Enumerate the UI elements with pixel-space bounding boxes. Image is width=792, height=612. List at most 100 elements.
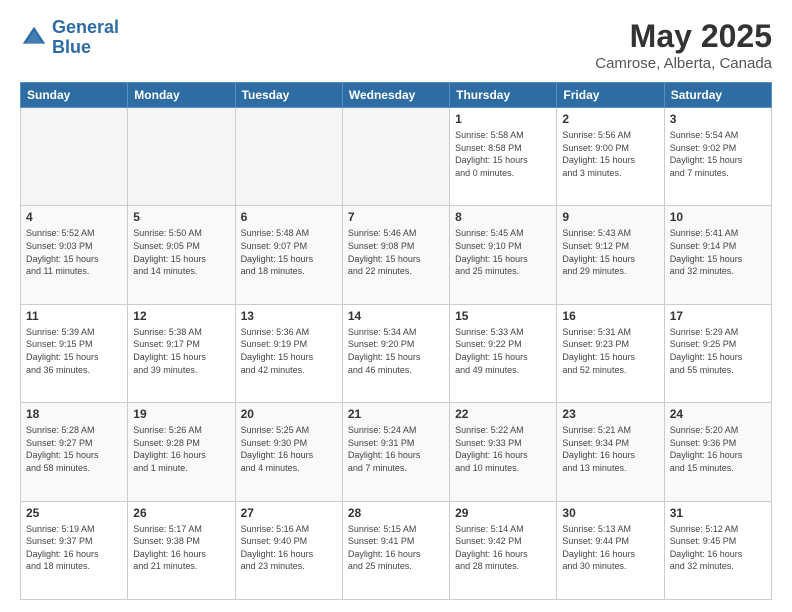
- calendar-day-cell: 19 Sunrise: 5:26 AM Sunset: 9:28 PM Dayli…: [128, 403, 235, 501]
- day-number: 17: [670, 309, 766, 323]
- calendar-week-row: 4Sunrise: 5:52 AM Sunset: 9:03 PM Daylig…: [21, 206, 772, 304]
- day-number: 28: [348, 506, 444, 520]
- calendar-day-cell: 16 Sunrise: 5:31 AM Sunset: 9:23 PM Dayli…: [557, 304, 664, 402]
- calendar-day-cell: 10 Sunrise: 5:41 AM Sunset: 9:14 PM Dayli…: [664, 206, 771, 304]
- day-number: 7: [348, 210, 444, 224]
- day-number: 21: [348, 407, 444, 421]
- calendar-week-row: 18 Sunrise: 5:28 AM Sunset: 9:27 PM Dayli…: [21, 403, 772, 501]
- day-info: Sunrise: 5:50 AM Sunset: 9:05 PM Dayligh…: [133, 227, 229, 277]
- title-block: May 2025 Camrose, Alberta, Canada: [595, 18, 772, 72]
- calendar-day-cell: 30Sunrise: 5:13 AM Sunset: 9:44 PM Dayli…: [557, 501, 664, 599]
- calendar-day-cell: 27Sunrise: 5:16 AM Sunset: 9:40 PM Dayli…: [235, 501, 342, 599]
- calendar-day-cell: 13Sunrise: 5:36 AM Sunset: 9:19 PM Dayli…: [235, 304, 342, 402]
- calendar-day-cell: 24Sunrise: 5:20 AM Sunset: 9:36 PM Dayli…: [664, 403, 771, 501]
- calendar-day-cell: 26 Sunrise: 5:17 AM Sunset: 9:38 PM Dayli…: [128, 501, 235, 599]
- calendar-week-row: 1 Sunrise: 5:58 AM Sunset: 8:58 PM Daylig…: [21, 108, 772, 206]
- day-info: Sunrise: 5:38 AM Sunset: 9:17 PM Dayligh…: [133, 326, 229, 376]
- logo-icon: [20, 24, 48, 52]
- calendar-day-cell: 31 Sunrise: 5:12 AM Sunset: 9:45 PM Dayli…: [664, 501, 771, 599]
- day-number: 3: [670, 112, 766, 126]
- calendar-day-cell: 29Sunrise: 5:14 AM Sunset: 9:42 PM Dayli…: [450, 501, 557, 599]
- main-title: May 2025: [595, 18, 772, 55]
- calendar-day-cell: 7 Sunrise: 5:46 AM Sunset: 9:08 PM Daylig…: [342, 206, 449, 304]
- day-number: 16: [562, 309, 658, 323]
- day-info: Sunrise: 5:31 AM Sunset: 9:23 PM Dayligh…: [562, 326, 658, 376]
- day-info: Sunrise: 5:16 AM Sunset: 9:40 PM Dayligh…: [241, 523, 337, 573]
- calendar-day-header: Wednesday: [342, 83, 449, 108]
- logo-text: General Blue: [52, 18, 119, 58]
- day-info: Sunrise: 5:12 AM Sunset: 9:45 PM Dayligh…: [670, 523, 766, 573]
- calendar-day-cell: 18 Sunrise: 5:28 AM Sunset: 9:27 PM Dayli…: [21, 403, 128, 501]
- calendar-day-cell: [342, 108, 449, 206]
- day-info: Sunrise: 5:19 AM Sunset: 9:37 PM Dayligh…: [26, 523, 122, 573]
- calendar-day-cell: 5 Sunrise: 5:50 AM Sunset: 9:05 PM Daylig…: [128, 206, 235, 304]
- calendar-day-cell: 8 Sunrise: 5:45 AM Sunset: 9:10 PM Daylig…: [450, 206, 557, 304]
- day-number: 31: [670, 506, 766, 520]
- calendar-body: 1 Sunrise: 5:58 AM Sunset: 8:58 PM Daylig…: [21, 108, 772, 600]
- day-number: 10: [670, 210, 766, 224]
- day-info: Sunrise: 5:24 AM Sunset: 9:31 PM Dayligh…: [348, 424, 444, 474]
- calendar-day-cell: 20Sunrise: 5:25 AM Sunset: 9:30 PM Dayli…: [235, 403, 342, 501]
- day-number: 6: [241, 210, 337, 224]
- calendar-day-cell: 4Sunrise: 5:52 AM Sunset: 9:03 PM Daylig…: [21, 206, 128, 304]
- day-number: 26: [133, 506, 229, 520]
- calendar-table: SundayMondayTuesdayWednesdayThursdayFrid…: [20, 82, 772, 600]
- day-number: 1: [455, 112, 551, 126]
- calendar-day-cell: 17 Sunrise: 5:29 AM Sunset: 9:25 PM Dayli…: [664, 304, 771, 402]
- calendar-day-cell: 14Sunrise: 5:34 AM Sunset: 9:20 PM Dayli…: [342, 304, 449, 402]
- day-number: 15: [455, 309, 551, 323]
- day-info: Sunrise: 5:52 AM Sunset: 9:03 PM Dayligh…: [26, 227, 122, 277]
- day-info: Sunrise: 5:29 AM Sunset: 9:25 PM Dayligh…: [670, 326, 766, 376]
- calendar-day-cell: 11Sunrise: 5:39 AM Sunset: 9:15 PM Dayli…: [21, 304, 128, 402]
- day-number: 5: [133, 210, 229, 224]
- calendar-week-row: 25 Sunrise: 5:19 AM Sunset: 9:37 PM Dayli…: [21, 501, 772, 599]
- day-info: Sunrise: 5:15 AM Sunset: 9:41 PM Dayligh…: [348, 523, 444, 573]
- day-number: 11: [26, 309, 122, 323]
- day-info: Sunrise: 5:33 AM Sunset: 9:22 PM Dayligh…: [455, 326, 551, 376]
- day-info: Sunrise: 5:46 AM Sunset: 9:08 PM Dayligh…: [348, 227, 444, 277]
- day-info: Sunrise: 5:41 AM Sunset: 9:14 PM Dayligh…: [670, 227, 766, 277]
- day-info: Sunrise: 5:17 AM Sunset: 9:38 PM Dayligh…: [133, 523, 229, 573]
- calendar-day-cell: [21, 108, 128, 206]
- day-number: 23: [562, 407, 658, 421]
- calendar-day-header: Tuesday: [235, 83, 342, 108]
- logo: General Blue: [20, 18, 119, 58]
- calendar-day-cell: 23Sunrise: 5:21 AM Sunset: 9:34 PM Dayli…: [557, 403, 664, 501]
- day-info: Sunrise: 5:20 AM Sunset: 9:36 PM Dayligh…: [670, 424, 766, 474]
- calendar-day-cell: 21 Sunrise: 5:24 AM Sunset: 9:31 PM Dayli…: [342, 403, 449, 501]
- day-info: Sunrise: 5:54 AM Sunset: 9:02 PM Dayligh…: [670, 129, 766, 179]
- day-info: Sunrise: 5:34 AM Sunset: 9:20 PM Dayligh…: [348, 326, 444, 376]
- day-info: Sunrise: 5:56 AM Sunset: 9:00 PM Dayligh…: [562, 129, 658, 179]
- day-info: Sunrise: 5:28 AM Sunset: 9:27 PM Dayligh…: [26, 424, 122, 474]
- calendar-day-cell: [128, 108, 235, 206]
- day-info: Sunrise: 5:14 AM Sunset: 9:42 PM Dayligh…: [455, 523, 551, 573]
- calendar-day-cell: 28 Sunrise: 5:15 AM Sunset: 9:41 PM Dayli…: [342, 501, 449, 599]
- day-number: 9: [562, 210, 658, 224]
- day-info: Sunrise: 5:45 AM Sunset: 9:10 PM Dayligh…: [455, 227, 551, 277]
- calendar-day-cell: 2Sunrise: 5:56 AM Sunset: 9:00 PM Daylig…: [557, 108, 664, 206]
- calendar-header-row: SundayMondayTuesdayWednesdayThursdayFrid…: [21, 83, 772, 108]
- day-number: 19: [133, 407, 229, 421]
- calendar-day-cell: 15 Sunrise: 5:33 AM Sunset: 9:22 PM Dayli…: [450, 304, 557, 402]
- day-number: 22: [455, 407, 551, 421]
- calendar-day-header: Sunday: [21, 83, 128, 108]
- calendar-day-cell: [235, 108, 342, 206]
- day-number: 8: [455, 210, 551, 224]
- calendar-day-header: Thursday: [450, 83, 557, 108]
- day-info: Sunrise: 5:58 AM Sunset: 8:58 PM Dayligh…: [455, 129, 551, 179]
- subtitle: Camrose, Alberta, Canada: [595, 55, 772, 72]
- day-info: Sunrise: 5:48 AM Sunset: 9:07 PM Dayligh…: [241, 227, 337, 277]
- calendar-day-cell: 6 Sunrise: 5:48 AM Sunset: 9:07 PM Daylig…: [235, 206, 342, 304]
- page: General Blue May 2025 Camrose, Alberta, …: [0, 0, 792, 612]
- day-info: Sunrise: 5:25 AM Sunset: 9:30 PM Dayligh…: [241, 424, 337, 474]
- calendar-week-row: 11Sunrise: 5:39 AM Sunset: 9:15 PM Dayli…: [21, 304, 772, 402]
- day-number: 18: [26, 407, 122, 421]
- calendar-day-header: Friday: [557, 83, 664, 108]
- day-number: 25: [26, 506, 122, 520]
- header: General Blue May 2025 Camrose, Alberta, …: [20, 18, 772, 72]
- day-info: Sunrise: 5:36 AM Sunset: 9:19 PM Dayligh…: [241, 326, 337, 376]
- day-info: Sunrise: 5:26 AM Sunset: 9:28 PM Dayligh…: [133, 424, 229, 474]
- day-number: 30: [562, 506, 658, 520]
- calendar-day-cell: 12Sunrise: 5:38 AM Sunset: 9:17 PM Dayli…: [128, 304, 235, 402]
- calendar-day-header: Monday: [128, 83, 235, 108]
